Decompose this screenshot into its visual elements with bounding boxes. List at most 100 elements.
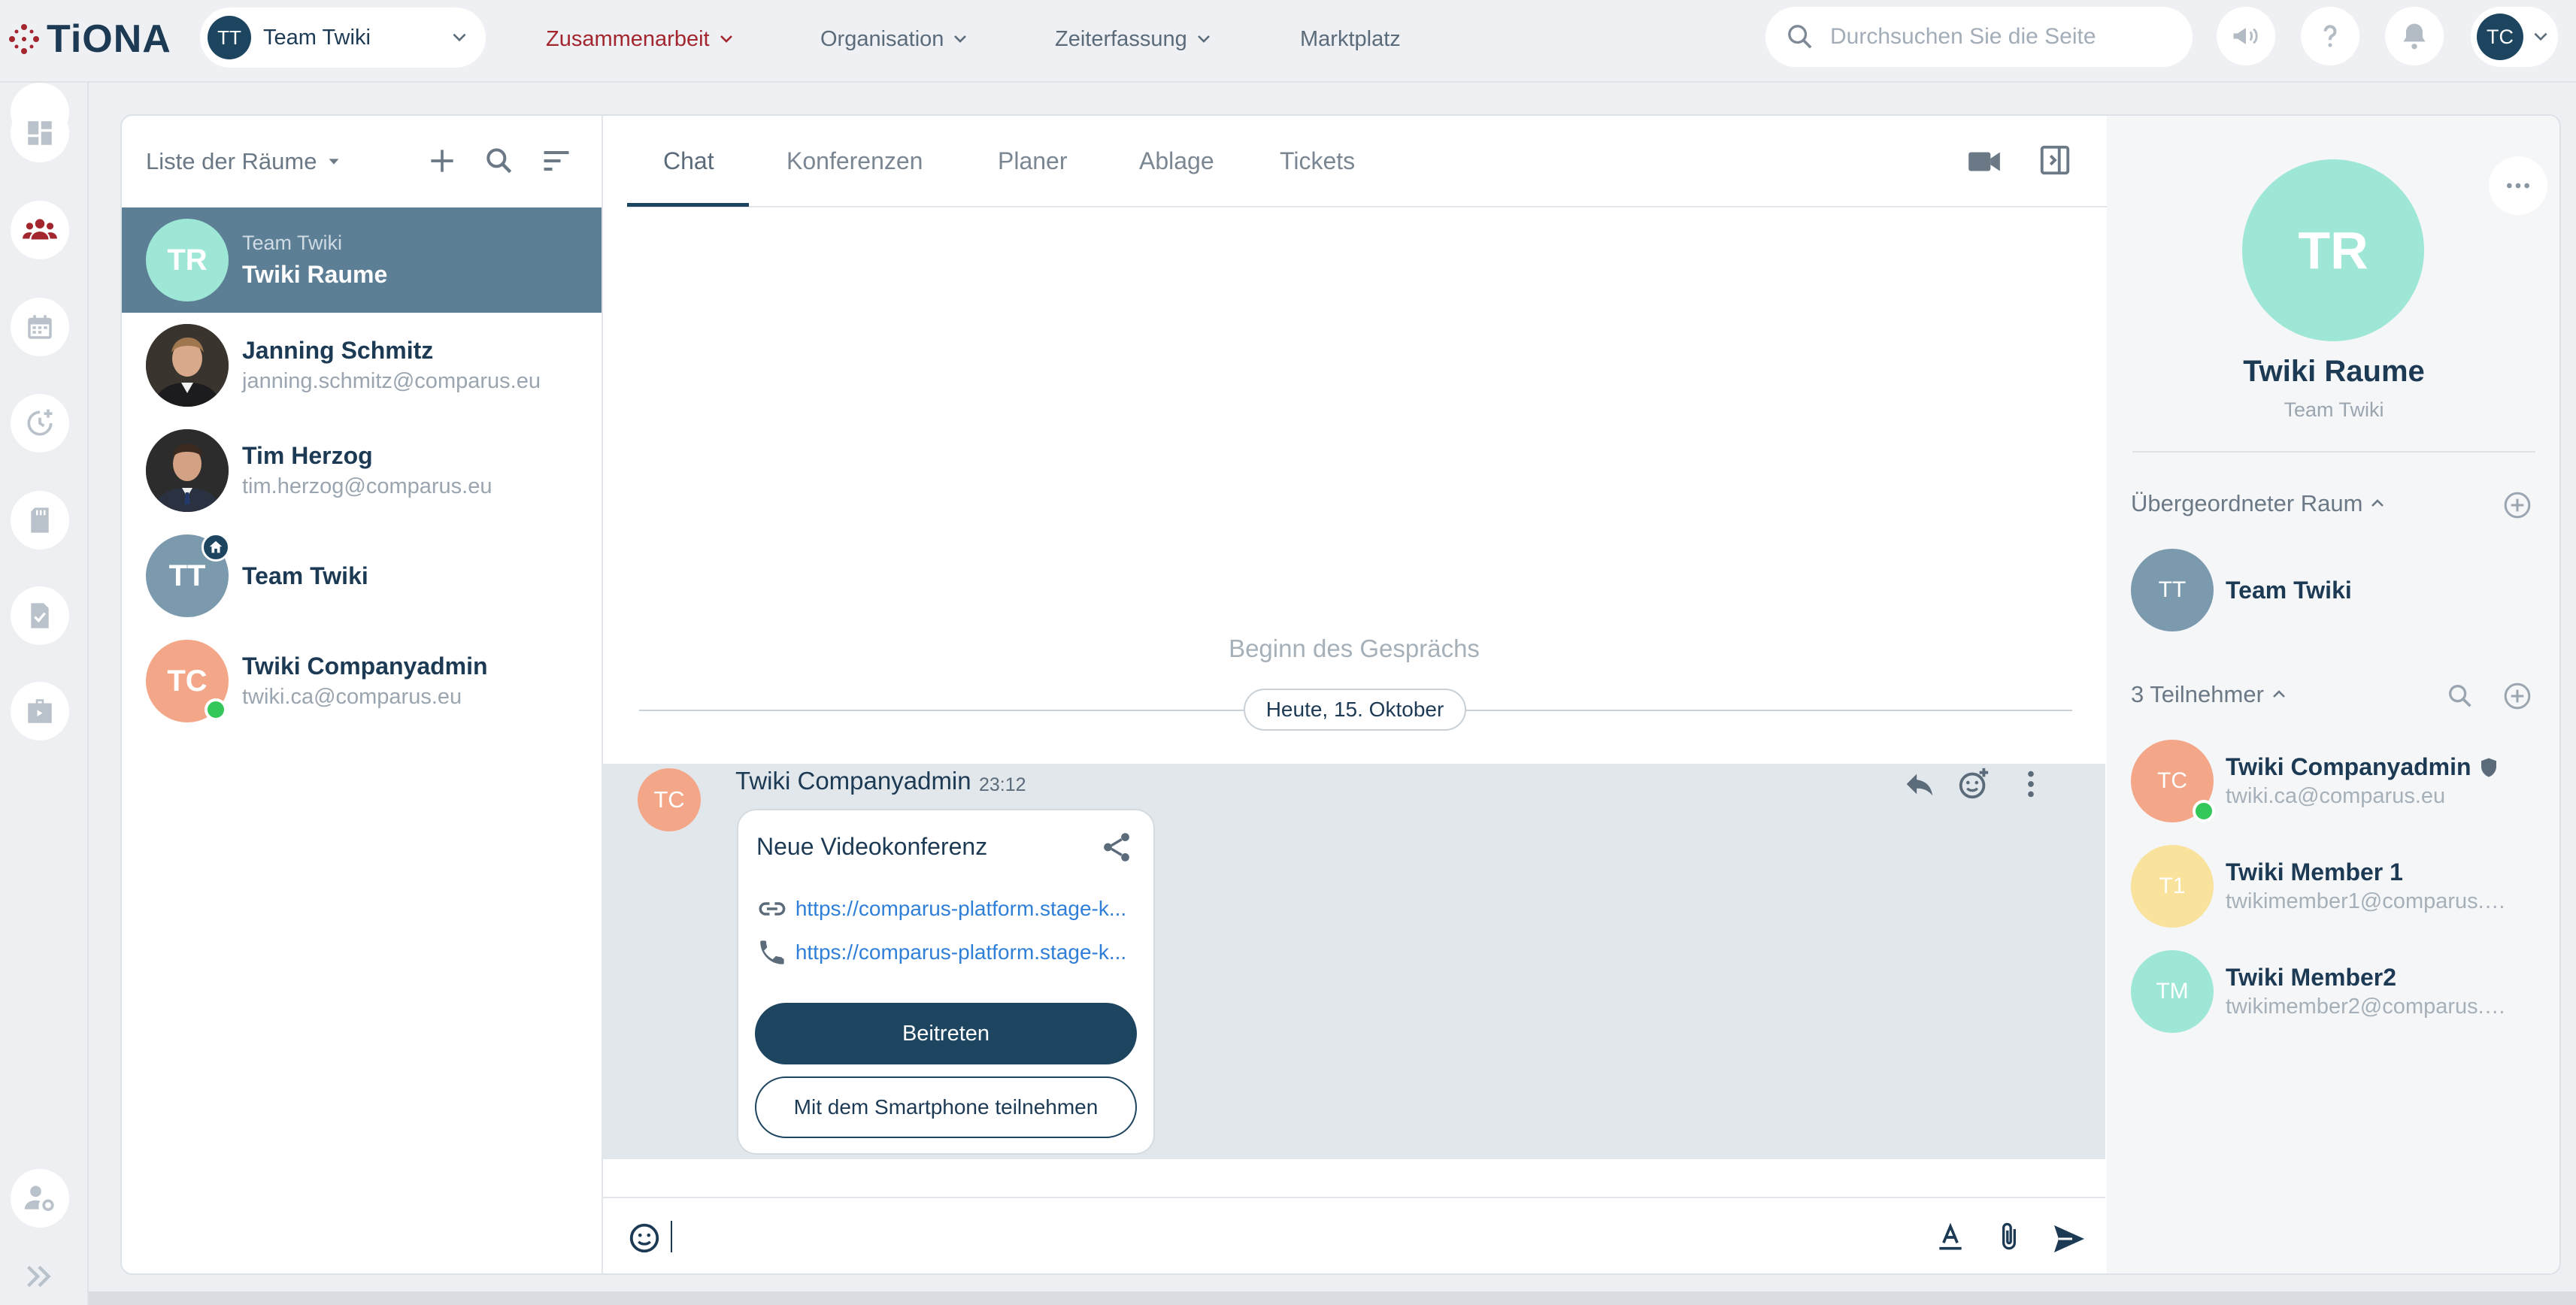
room-list-dropdown[interactable]: Liste der Räume <box>146 148 342 175</box>
chat-tabs: Chat Konferenzen Planer Ablage Tickets <box>627 116 2107 207</box>
nav-label: Marktplatz <box>1300 26 1401 51</box>
tab-ablage[interactable]: Ablage <box>1139 147 1214 175</box>
home-icon <box>209 540 223 553</box>
send-message-button[interactable] <box>2051 1221 2087 1257</box>
rail-dashboard[interactable] <box>11 104 69 162</box>
section-heading: Übergeordneter Raum <box>2131 490 2363 516</box>
chevron-up-icon <box>2371 499 2384 507</box>
user-menu[interactable]: TC <box>2471 7 2558 67</box>
rail-documents[interactable] <box>11 491 69 550</box>
toggle-details-panel-button[interactable] <box>2038 143 2072 177</box>
team-selector[interactable]: TT Team Twiki <box>200 8 486 68</box>
nav-zeiterfassung[interactable]: Zeiterfassung <box>1055 23 1213 56</box>
briefcase-icon <box>28 699 52 723</box>
chat-message[interactable]: TC Twiki Companyadmin 23:12 Neue Videoko… <box>603 764 2105 1159</box>
tab-chat[interactable]: Chat <box>663 147 714 175</box>
rail-projects[interactable] <box>11 682 69 740</box>
team-avatar: TT <box>208 16 251 59</box>
add-room-button[interactable] <box>426 144 459 177</box>
sort-rooms-button[interactable] <box>540 144 573 177</box>
add-parent-room-button[interactable] <box>2502 490 2532 520</box>
join-conference-button[interactable]: Beitreten <box>755 1003 1137 1064</box>
expand-rail-button[interactable] <box>23 1263 56 1290</box>
text-format-icon <box>1939 1222 1962 1250</box>
team-icon <box>23 219 57 240</box>
start-video-call-button[interactable] <box>1965 143 2003 180</box>
user-avatar: TC <box>2477 14 2523 60</box>
plus-icon <box>431 150 453 172</box>
time-tracking-icon <box>27 409 53 436</box>
room-item-tim-herzog[interactable]: Tim Herzog tim.herzog@comparus.eu <box>122 418 602 523</box>
top-bar: TiONA TT Team Twiki Zusammenarbeit Organ… <box>0 0 2576 83</box>
room-avatar: TR <box>146 219 229 301</box>
room-avatar-large: TR <box>2242 159 2424 341</box>
room-item-team-twiki[interactable]: TT Team Twiki <box>122 523 602 628</box>
participant-item[interactable]: TM Twiki Member2 twikimember2@comparus.c… <box>2131 950 2511 1033</box>
help-icon <box>2323 25 2337 47</box>
avatar <box>146 429 229 512</box>
announcements-button[interactable] <box>2217 7 2275 65</box>
global-search[interactable] <box>1765 7 2193 67</box>
share-icon <box>1104 833 1129 861</box>
reply-button[interactable] <box>1902 767 1937 801</box>
add-reaction-button[interactable] <box>1956 767 1991 801</box>
room-name: Tim Herzog <box>242 442 373 469</box>
link-icon <box>759 902 786 916</box>
participant-email: twikimember2@comparus.c... <box>2226 995 2511 1019</box>
add-participant-button[interactable] <box>2502 681 2532 711</box>
rail-calendar[interactable] <box>11 298 69 356</box>
phone-icon <box>760 940 784 964</box>
room-name: Team Twiki <box>2226 576 2352 604</box>
parent-room-section-toggle[interactable]: Übergeordneter Raum <box>2131 490 2387 517</box>
join-by-smartphone-button[interactable]: Mit dem Smartphone teilnehmen <box>755 1076 1137 1138</box>
message-composer[interactable] <box>603 1197 2105 1273</box>
share-conference-button[interactable] <box>1099 830 1134 864</box>
conference-phone-link[interactable]: https://comparus-platform.stage-k... <box>756 937 1140 968</box>
conference-web-link[interactable]: https://comparus-platform.stage-k... <box>756 893 1140 925</box>
more-vertical-icon <box>2028 771 2034 798</box>
room-item-twiki-raume[interactable]: TR Team Twiki Twiki Raume <box>122 207 602 313</box>
rail-user-settings[interactable] <box>11 1169 69 1228</box>
nav-marktplatz[interactable]: Marktplatz <box>1300 23 1401 56</box>
room-list: Liste der Räume TR Team Twiki Twiki Raum… <box>122 116 603 1273</box>
participant-email: twiki.ca@comparus.eu <box>2226 784 2446 808</box>
conference-link-text: https://comparus-platform.stage-k... <box>795 897 1127 920</box>
room-item-janning-schmitz[interactable]: Janning Schmitz janning.schmitz@comparus… <box>122 313 602 418</box>
participants-section-toggle[interactable]: 3 Teilnehmer <box>2131 681 2288 708</box>
conference-link-text: https://comparus-platform.stage-k... <box>795 940 1127 964</box>
participant-name: Twiki Member2 <box>2226 964 2397 991</box>
parent-room-item[interactable]: TT Team Twiki <box>2131 549 2352 631</box>
chevron-down-icon <box>2534 32 2547 41</box>
avatar <box>146 324 229 407</box>
attach-file-button[interactable] <box>1993 1221 2026 1254</box>
participant-avatar: T1 <box>2131 845 2214 928</box>
rail-tasks[interactable] <box>11 586 69 645</box>
nav-zusammenarbeit[interactable]: Zusammenarbeit <box>546 23 735 56</box>
emoji-picker-button[interactable] <box>627 1221 662 1255</box>
participant-item[interactable]: TC Twiki Companyadmin twiki.ca@comparus.… <box>2131 740 2511 822</box>
rail-collaboration[interactable] <box>11 201 69 259</box>
divider <box>2132 451 2535 453</box>
message-options-button[interactable] <box>2014 767 2048 801</box>
notifications-button[interactable] <box>2385 7 2444 65</box>
tab-planer[interactable]: Planer <box>998 147 1068 175</box>
room-options-button[interactable] <box>2489 156 2547 215</box>
add-circle-icon <box>2504 683 2531 710</box>
search-participants-button[interactable] <box>2445 681 2475 711</box>
text-format-button[interactable] <box>1934 1221 1967 1254</box>
reply-icon <box>1906 774 1933 796</box>
app-logo[interactable]: TiONA <box>8 17 171 61</box>
chevron-down-icon <box>453 33 466 42</box>
nav-organisation[interactable]: Organisation <box>820 23 969 56</box>
participant-item[interactable]: T1 Twiki Member 1 twikimember1@comparus.… <box>2131 845 2511 928</box>
tab-tickets[interactable]: Tickets <box>1280 147 1355 175</box>
tab-konferenzen[interactable]: Konferenzen <box>786 147 923 175</box>
rail-time-tracking[interactable] <box>11 394 69 453</box>
room-item-twiki-companyadmin[interactable]: TC Twiki Companyadmin twiki.ca@comparus.… <box>122 628 602 734</box>
text-cursor <box>671 1221 672 1252</box>
team-selector-label: Team Twiki <box>263 25 371 50</box>
search-rooms-button[interactable] <box>483 144 516 177</box>
help-button[interactable] <box>2301 7 2359 65</box>
dashboard-icon <box>28 121 52 145</box>
search-input[interactable] <box>1830 24 2161 50</box>
